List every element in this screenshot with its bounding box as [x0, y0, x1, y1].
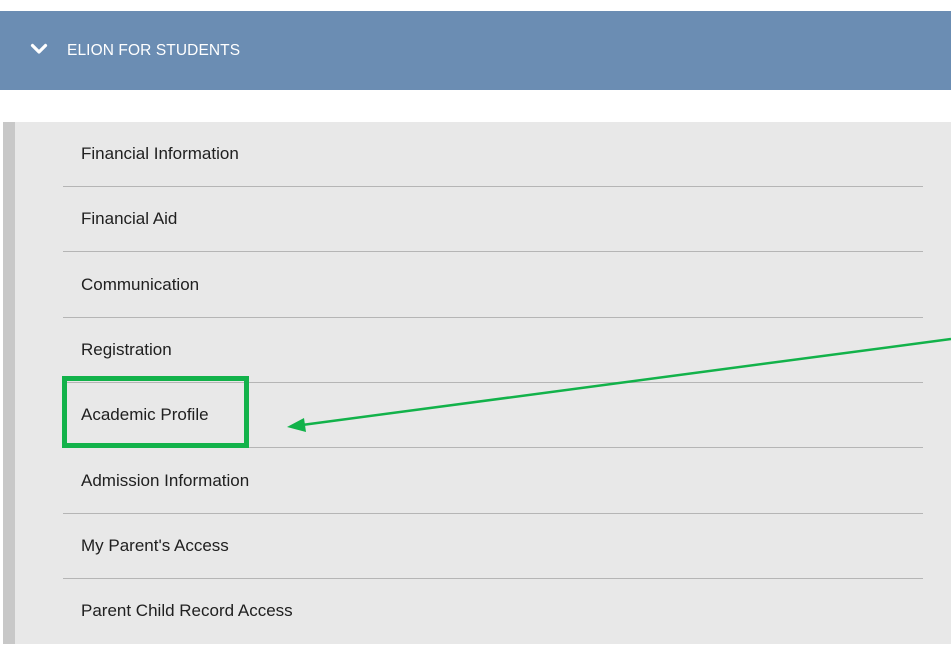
elion-for-students-header[interactable]: ELION FOR STUDENTS — [0, 11, 951, 90]
menu-item-label: Financial Aid — [81, 209, 178, 228]
menu-item-academic-profile[interactable]: Academic Profile — [63, 383, 923, 448]
menu-divider — [63, 447, 923, 448]
menu-item-admission-information[interactable]: Admission Information — [63, 449, 923, 514]
menu-item-label: Parent Child Record Access — [81, 601, 293, 620]
menu-item-communication[interactable]: Communication — [63, 253, 923, 318]
menu-item-label: Registration — [81, 340, 172, 359]
menu-item-parent-child-record-access[interactable]: Parent Child Record Access — [63, 579, 923, 644]
menu-item-label: Academic Profile — [81, 405, 209, 424]
menu-divider — [63, 251, 923, 252]
menu-item-label: My Parent's Access — [81, 536, 229, 555]
chevron-down-icon — [30, 43, 48, 54]
section-title: ELION FOR STUDENTS — [67, 42, 241, 59]
menu-item-registration[interactable]: Registration — [63, 318, 923, 383]
menu-item-label: Financial Information — [81, 144, 239, 163]
menu-item-label: Communication — [81, 275, 200, 294]
menu-item-financial-aid[interactable]: Financial Aid — [63, 187, 923, 252]
menu-item-financial-information[interactable]: Financial Information — [63, 122, 923, 187]
menu-item-my-parents-access[interactable]: My Parent's Access — [63, 514, 923, 579]
menu-item-label: Admission Information — [81, 471, 250, 490]
